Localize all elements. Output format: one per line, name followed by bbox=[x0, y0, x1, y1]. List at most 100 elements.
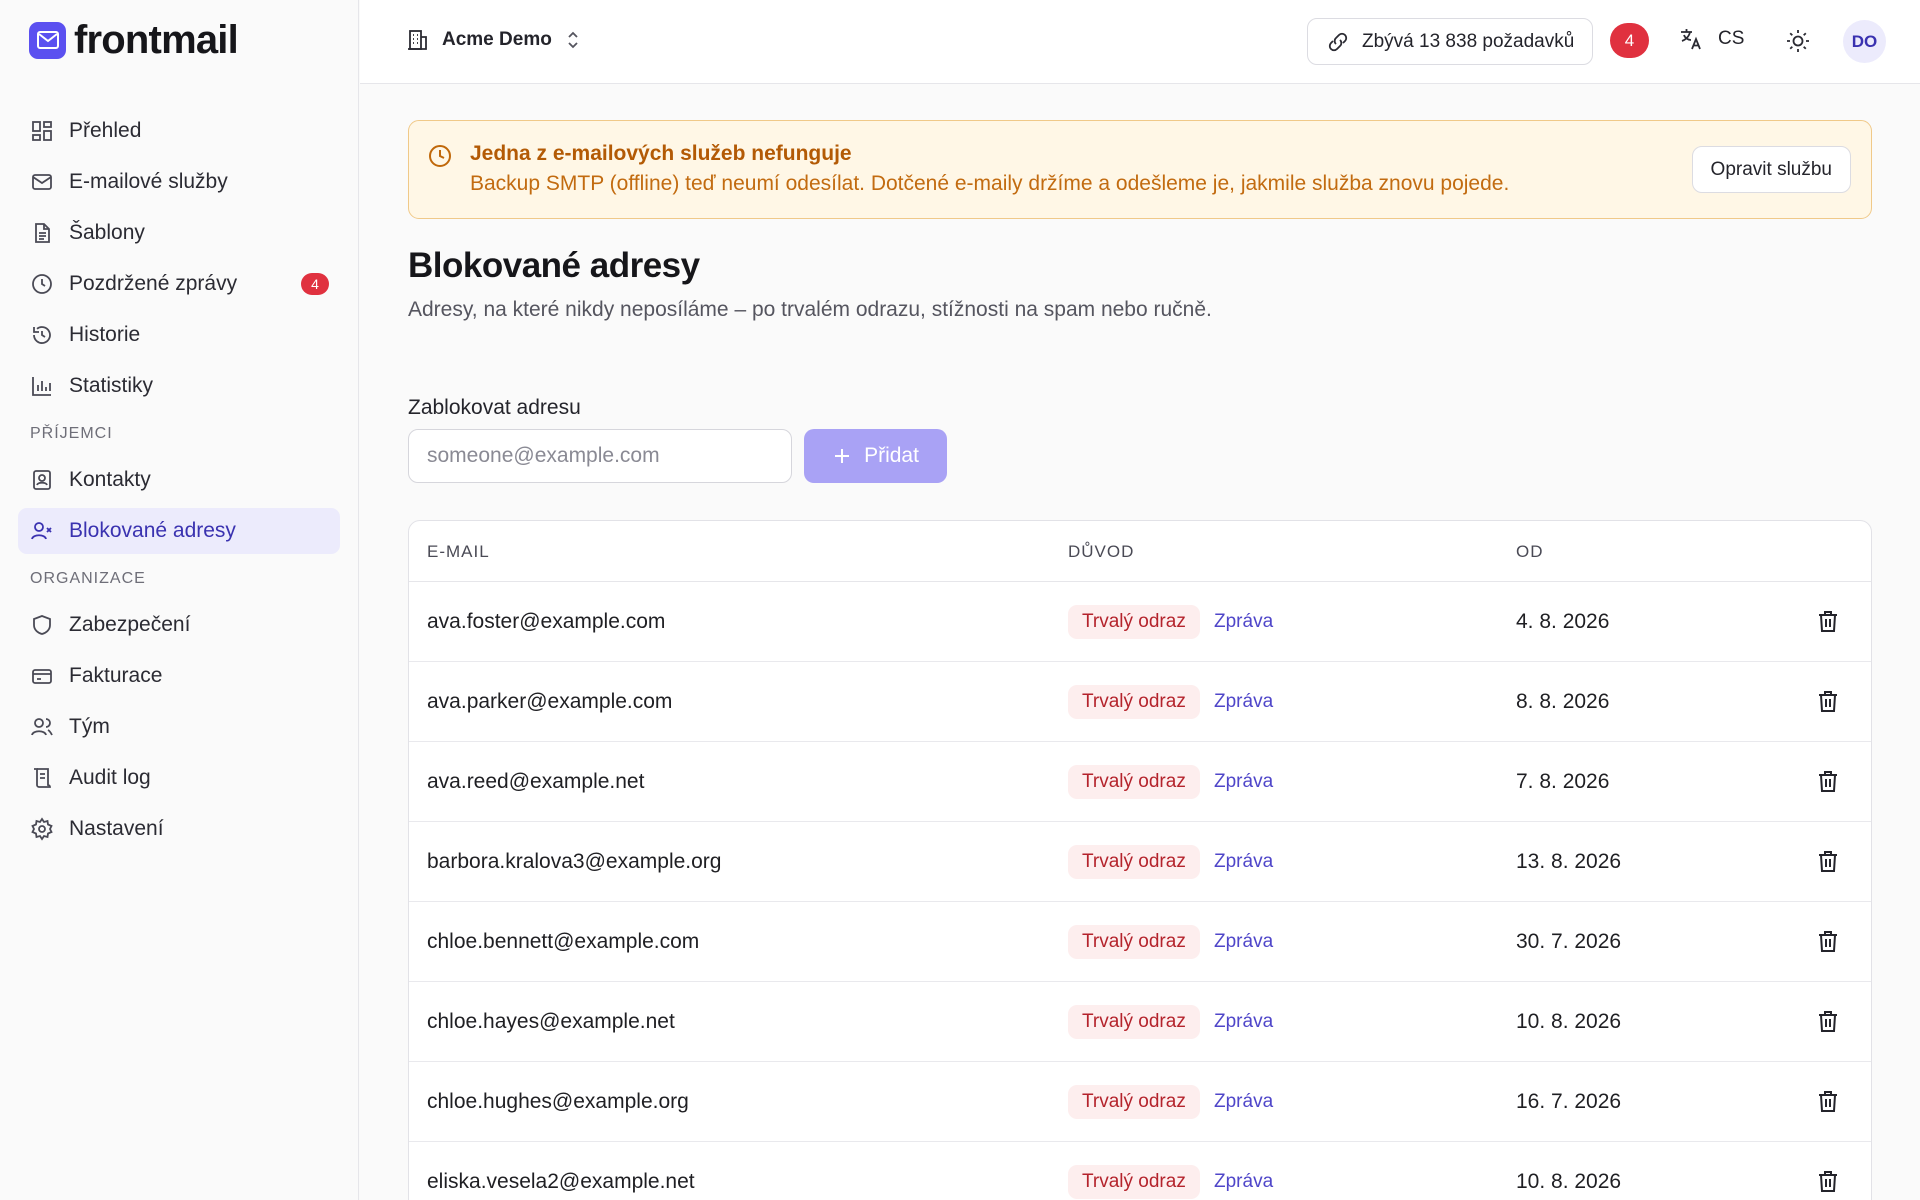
sidebar-item-billing[interactable]: Fakturace bbox=[18, 653, 340, 699]
table-row: chloe.bennett@example.com Trvalý odraz Z… bbox=[409, 902, 1871, 982]
reason-badge: Trvalý odraz bbox=[1068, 925, 1200, 959]
row-email: barbora.kralova3@example.org bbox=[427, 850, 722, 873]
sidebar-item-security[interactable]: Zabezpečení bbox=[18, 602, 340, 648]
reason-badge: Trvalý odraz bbox=[1068, 605, 1200, 639]
quota-text: Zbývá 13 838 požadavků bbox=[1362, 30, 1575, 52]
table-row: ava.parker@example.com Trvalý odraz Zprá… bbox=[409, 662, 1871, 742]
trash-icon[interactable] bbox=[1815, 1168, 1841, 1194]
row-email: ava.reed@example.net bbox=[427, 770, 645, 793]
trash-icon[interactable] bbox=[1815, 848, 1841, 874]
gear-icon bbox=[30, 817, 54, 841]
page-title: Blokované adresy bbox=[408, 246, 700, 285]
sidebar-item-templates[interactable]: Šablony bbox=[18, 210, 340, 256]
building-icon bbox=[406, 28, 430, 52]
mail-icon bbox=[30, 170, 54, 194]
fix-service-button[interactable]: Opravit službu bbox=[1691, 146, 1851, 193]
sidebar-item-audit-log[interactable]: Audit log bbox=[18, 755, 340, 801]
sidebar-item-label: Statistiky bbox=[69, 374, 154, 397]
block-address-label: Zablokovat adresu bbox=[408, 396, 581, 419]
row-email: chloe.bennett@example.com bbox=[427, 930, 700, 953]
sidebar-item-overview[interactable]: Přehled bbox=[18, 108, 340, 154]
email-input[interactable] bbox=[408, 429, 792, 483]
message-link[interactable]: Zpráva bbox=[1214, 611, 1273, 633]
sidebar-item-label: Blokované adresy bbox=[69, 519, 236, 542]
quota-button[interactable]: Zbývá 13 838 požadavků bbox=[1307, 18, 1594, 65]
held-count-badge: 4 bbox=[301, 273, 329, 295]
document-icon bbox=[30, 221, 54, 245]
row-email: eliska.vesela2@example.net bbox=[427, 1170, 695, 1193]
clock-icon bbox=[30, 272, 54, 296]
org-switcher[interactable]: Acme Demo bbox=[406, 28, 582, 52]
sidebar-item-label: Zabezpečení bbox=[69, 613, 191, 636]
sidebar-item-label: Tým bbox=[69, 715, 110, 738]
org-name: Acme Demo bbox=[442, 29, 552, 50]
row-email: ava.foster@example.com bbox=[427, 610, 666, 633]
service-down-alert: Jedna z e-mailových služeb nefunguje Bac… bbox=[408, 120, 1872, 219]
row-date: 4. 8. 2026 bbox=[1516, 610, 1610, 633]
theme-toggle-sun-icon[interactable] bbox=[1785, 28, 1811, 54]
plus-icon bbox=[832, 446, 852, 466]
language-switcher[interactable]: CS bbox=[1678, 26, 1744, 52]
blocked-addresses-table: E-MAIL DŮVOD OD ava.foster@example.com T… bbox=[408, 520, 1872, 1200]
chart-icon bbox=[30, 374, 54, 398]
sidebar-item-label: Pozdržené zprávy bbox=[69, 272, 238, 295]
column-header-since: OD bbox=[1516, 542, 1544, 561]
table-header: E-MAIL DŮVOD OD bbox=[409, 521, 1871, 582]
message-link[interactable]: Zpráva bbox=[1214, 1091, 1273, 1113]
history-icon bbox=[30, 323, 54, 347]
avatar[interactable]: DO bbox=[1843, 20, 1886, 63]
reason-badge: Trvalý odraz bbox=[1068, 765, 1200, 799]
sidebar-item-label: Historie bbox=[69, 323, 141, 346]
trash-icon[interactable] bbox=[1815, 1008, 1841, 1034]
trash-icon[interactable] bbox=[1815, 768, 1841, 794]
sidebar-item-team[interactable]: Tým bbox=[18, 704, 340, 750]
trash-icon[interactable] bbox=[1815, 608, 1841, 634]
main-nav: Přehled E-mailové služby Šablony Pozdrže… bbox=[18, 108, 340, 857]
sidebar-item-label: Nastavení bbox=[69, 817, 164, 840]
sidebar-item-label: Šablony bbox=[69, 221, 145, 244]
user-blocked-icon bbox=[30, 519, 54, 543]
sidebar-item-statistics[interactable]: Statistiky bbox=[18, 363, 340, 409]
add-button-label: Přidat bbox=[864, 444, 919, 467]
trash-icon[interactable] bbox=[1815, 688, 1841, 714]
sidebar-item-blocked-addresses[interactable]: Blokované adresy bbox=[18, 508, 340, 554]
language-code: CS bbox=[1718, 28, 1745, 49]
reason-badge: Trvalý odraz bbox=[1068, 1085, 1200, 1119]
message-link[interactable]: Zpráva bbox=[1214, 1011, 1273, 1033]
row-date: 7. 8. 2026 bbox=[1516, 770, 1610, 793]
sidebar-item-email-services[interactable]: E-mailové služby bbox=[18, 159, 340, 205]
trash-icon[interactable] bbox=[1815, 1088, 1841, 1114]
row-email: chloe.hayes@example.net bbox=[427, 1010, 675, 1033]
reason-badge: Trvalý odraz bbox=[1068, 845, 1200, 879]
dashboard-icon bbox=[30, 119, 54, 143]
alert-text: Backup SMTP (offline) teď neumí odesílat… bbox=[470, 172, 1510, 195]
reason-badge: Trvalý odraz bbox=[1068, 1005, 1200, 1039]
message-link[interactable]: Zpráva bbox=[1214, 1171, 1273, 1193]
message-link[interactable]: Zpráva bbox=[1214, 771, 1273, 793]
logo[interactable]: frontmail bbox=[29, 20, 239, 60]
contact-card-icon bbox=[30, 468, 54, 492]
reason-badge: Trvalý odraz bbox=[1068, 1165, 1200, 1199]
table-row: eliska.vesela2@example.net Trvalý odraz … bbox=[409, 1142, 1871, 1200]
message-link[interactable]: Zpráva bbox=[1214, 931, 1273, 953]
add-button[interactable]: Přidat bbox=[804, 429, 947, 483]
trash-icon[interactable] bbox=[1815, 928, 1841, 954]
sidebar-item-contacts[interactable]: Kontakty bbox=[18, 457, 340, 503]
link-icon bbox=[1326, 30, 1350, 54]
row-email: chloe.hughes@example.org bbox=[427, 1090, 689, 1113]
message-link[interactable]: Zpráva bbox=[1214, 851, 1273, 873]
sidebar-item-label: Audit log bbox=[69, 766, 151, 789]
sidebar-item-settings[interactable]: Nastavení bbox=[18, 806, 340, 852]
message-link[interactable]: Zpráva bbox=[1214, 691, 1273, 713]
notification-badge[interactable]: 4 bbox=[1610, 23, 1649, 58]
row-date: 13. 8. 2026 bbox=[1516, 850, 1622, 873]
row-date: 16. 7. 2026 bbox=[1516, 1090, 1622, 1113]
column-header-reason: DŮVOD bbox=[1068, 542, 1135, 561]
sidebar: frontmail Přehled E-mailové služby Šablo… bbox=[0, 0, 359, 1200]
sidebar-item-held-messages[interactable]: Pozdržené zprávy 4 bbox=[18, 261, 340, 307]
sidebar-item-history[interactable]: Historie bbox=[18, 312, 340, 358]
sidebar-item-label: E-mailové služby bbox=[69, 170, 228, 193]
section-organization: ORGANIZACE bbox=[30, 570, 146, 587]
row-date: 10. 8. 2026 bbox=[1516, 1010, 1622, 1033]
page-subtitle: Adresy, na které nikdy neposíláme – po t… bbox=[408, 298, 1212, 321]
